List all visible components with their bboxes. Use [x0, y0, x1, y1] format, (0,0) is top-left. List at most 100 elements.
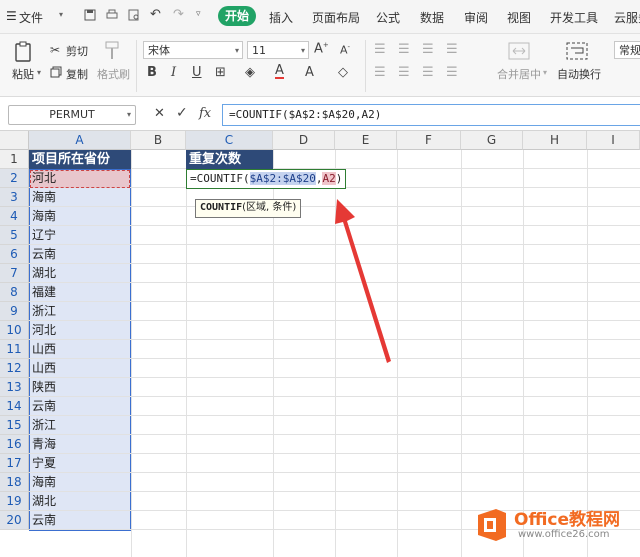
- confirm-icon[interactable]: ✓: [176, 105, 188, 121]
- cell-a20[interactable]: 云南: [29, 511, 131, 530]
- cell-c1[interactable]: 重复次数: [186, 150, 273, 169]
- undo-icon[interactable]: ↶: [150, 7, 161, 22]
- cancel-icon[interactable]: ✕: [154, 106, 165, 121]
- column-header-a[interactable]: A: [29, 131, 131, 150]
- cell-c2-editing[interactable]: =COUNTIF($A$2:$A$20,A2): [186, 169, 347, 189]
- row-header-11[interactable]: 11: [0, 340, 29, 359]
- font-shrink-icon[interactable]: A-: [340, 43, 350, 57]
- column-header-h[interactable]: H: [523, 131, 587, 150]
- cell-a18[interactable]: 海南: [29, 473, 131, 492]
- tab-page-layout[interactable]: 页面布局: [312, 9, 360, 26]
- align-bottom-icon[interactable]: ☰: [422, 42, 434, 57]
- cell-a7[interactable]: 湖北: [29, 264, 131, 283]
- insert-function-icon[interactable]: fx: [199, 106, 211, 121]
- column-header-i[interactable]: I: [587, 131, 640, 150]
- paste-icon[interactable]: [14, 41, 34, 63]
- row-header-15[interactable]: 15: [0, 416, 29, 435]
- column-header-d[interactable]: D: [273, 131, 335, 150]
- redo-icon[interactable]: ↷: [173, 7, 184, 22]
- align-middle-icon[interactable]: ☰: [398, 42, 410, 57]
- paste-chevron-icon[interactable]: ▾: [37, 68, 41, 77]
- print-preview-icon[interactable]: [128, 9, 140, 21]
- wrap-text-icon[interactable]: [566, 41, 588, 61]
- tab-developer[interactable]: 开发工具: [550, 9, 598, 26]
- cell-a4[interactable]: 海南: [29, 207, 131, 226]
- number-format-select[interactable]: 常规: [614, 41, 640, 59]
- clear-format-icon[interactable]: ◇: [338, 65, 348, 80]
- font-name-select[interactable]: 宋体 ▾: [143, 41, 243, 59]
- cell-a12[interactable]: 山西: [29, 359, 131, 378]
- tab-cloud[interactable]: 云服务: [614, 9, 640, 26]
- underline-icon[interactable]: U: [192, 65, 202, 80]
- select-all-corner[interactable]: [0, 131, 29, 150]
- cell-a9[interactable]: 浙江: [29, 302, 131, 321]
- quick-access-more-icon[interactable]: ▿: [196, 9, 201, 19]
- borders-icon[interactable]: ⊞: [215, 65, 226, 80]
- cell-a10[interactable]: 河北: [29, 321, 131, 340]
- justify-icon[interactable]: ☰: [446, 65, 458, 80]
- align-left-icon[interactable]: ☰: [374, 65, 386, 80]
- file-menu[interactable]: 文件: [19, 9, 43, 26]
- wrap-text-button[interactable]: 自动换行: [557, 66, 601, 82]
- cell-a15[interactable]: 浙江: [29, 416, 131, 435]
- cell-a14[interactable]: 云南: [29, 397, 131, 416]
- merge-center-icon[interactable]: [508, 41, 530, 61]
- font-size-select[interactable]: 11 ▾: [247, 41, 309, 59]
- column-header-e[interactable]: E: [335, 131, 397, 150]
- merge-center-button[interactable]: 合并居中: [497, 66, 541, 82]
- column-header-c[interactable]: C: [186, 131, 273, 150]
- format-painter-icon[interactable]: [103, 41, 121, 61]
- row-header-18[interactable]: 18: [0, 473, 29, 492]
- cell-a8[interactable]: 福建: [29, 283, 131, 302]
- cell-a11[interactable]: 山西: [29, 340, 131, 359]
- row-header-2[interactable]: 2: [0, 169, 29, 188]
- cell-a1[interactable]: 项目所在省份: [29, 150, 131, 169]
- cell-a6[interactable]: 云南: [29, 245, 131, 264]
- row-header-20[interactable]: 20: [0, 511, 29, 530]
- cell-a3[interactable]: 海南: [29, 188, 131, 207]
- save-icon[interactable]: [84, 9, 96, 21]
- row-header-5[interactable]: 5: [0, 226, 29, 245]
- name-box-chevron-icon[interactable]: ▾: [127, 106, 131, 124]
- row-header-13[interactable]: 13: [0, 378, 29, 397]
- row-header-10[interactable]: 10: [0, 321, 29, 340]
- indent-icon[interactable]: ☰: [446, 42, 458, 57]
- align-top-icon[interactable]: ☰: [374, 42, 386, 57]
- column-header-b[interactable]: B: [131, 131, 186, 150]
- cell-a13[interactable]: 陕西: [29, 378, 131, 397]
- cell-a19[interactable]: 湖北: [29, 492, 131, 511]
- tab-home[interactable]: 开始: [218, 6, 256, 26]
- merge-center-chevron-icon[interactable]: ▾: [543, 68, 547, 77]
- cell-a2[interactable]: 河北: [29, 169, 131, 188]
- row-header-3[interactable]: 3: [0, 188, 29, 207]
- cut-icon[interactable]: ✂: [50, 43, 60, 57]
- row-header-4[interactable]: 4: [0, 207, 29, 226]
- format-painter-button[interactable]: 格式刷: [97, 66, 130, 82]
- tab-formulas[interactable]: 公式: [376, 9, 400, 26]
- align-center-icon[interactable]: ☰: [398, 65, 410, 80]
- paste-button[interactable]: 粘贴: [12, 66, 34, 82]
- copy-icon[interactable]: [50, 66, 62, 78]
- text-effect-icon[interactable]: A: [305, 65, 314, 80]
- align-right-icon[interactable]: ☰: [422, 65, 434, 80]
- row-header-12[interactable]: 12: [0, 359, 29, 378]
- row-header-14[interactable]: 14: [0, 397, 29, 416]
- cell-a17[interactable]: 宁夏: [29, 454, 131, 473]
- cut-button[interactable]: 剪切: [66, 43, 88, 59]
- fill-color-icon[interactable]: ◈: [245, 65, 255, 80]
- row-header-8[interactable]: 8: [0, 283, 29, 302]
- bold-icon[interactable]: B: [147, 65, 157, 80]
- row-header-1[interactable]: 1: [0, 150, 29, 169]
- cell-a16[interactable]: 青海: [29, 435, 131, 454]
- tab-view[interactable]: 视图: [507, 9, 531, 26]
- row-header-9[interactable]: 9: [0, 302, 29, 321]
- column-header-f[interactable]: F: [397, 131, 461, 150]
- italic-icon[interactable]: I: [171, 65, 176, 80]
- copy-button[interactable]: 复制: [66, 66, 88, 82]
- row-header-16[interactable]: 16: [0, 435, 29, 454]
- column-header-g[interactable]: G: [461, 131, 523, 150]
- row-header-17[interactable]: 17: [0, 454, 29, 473]
- row-header-19[interactable]: 19: [0, 492, 29, 511]
- font-grow-icon[interactable]: A+: [314, 41, 329, 56]
- font-color-icon[interactable]: A: [275, 64, 284, 79]
